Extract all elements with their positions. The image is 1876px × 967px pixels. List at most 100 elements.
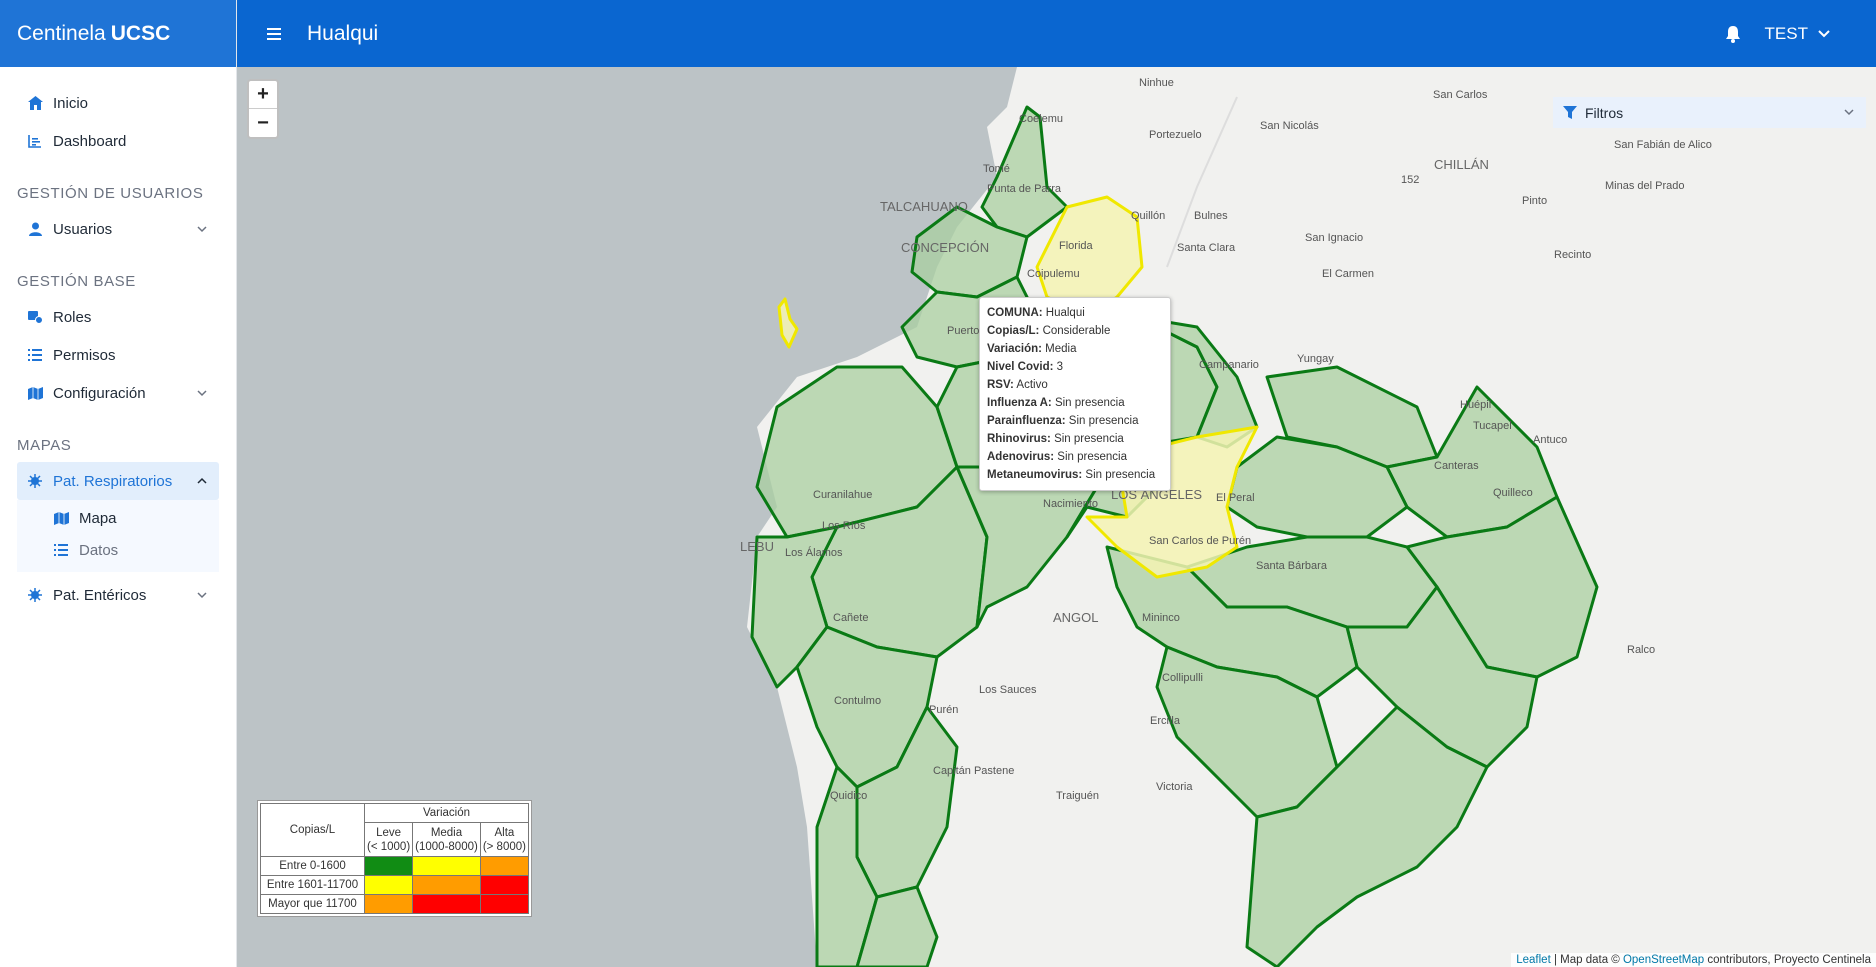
sidebar-item-pat-respiratorios[interactable]: Pat. Respiratorios: [17, 462, 219, 500]
map-icon: [27, 385, 43, 401]
legend-col-media: Media (1000-8000): [412, 822, 481, 857]
tooltip-row: RSV: Activo: [987, 379, 1048, 391]
place-label: Puerto: [947, 325, 980, 337]
tooltip-row: Parainfluenza: Sin presencia: [987, 415, 1139, 427]
sidebar-item-label: Mapa: [79, 509, 117, 527]
place-label: CONCEPCIÓN: [901, 240, 990, 255]
place-label: LEBU: [740, 539, 774, 554]
sidebar: Centinela UCSC Inicio Dashboard GESTIÓN D…: [0, 0, 237, 967]
list-icon: [53, 542, 69, 558]
place-label: Pinto: [1522, 195, 1548, 207]
legend-swatch-green: [363, 856, 414, 876]
sidebar-item-label: Roles: [53, 308, 92, 326]
legend-row-label: Entre 1601-11700: [260, 875, 365, 895]
place-label: Campanario: [1199, 359, 1259, 371]
place-label: Punta de Parra: [987, 183, 1061, 195]
filter-icon: [1563, 105, 1577, 119]
brand-logo[interactable]: Centinela UCSC: [0, 0, 236, 67]
place-label: Traiguén: [1056, 790, 1100, 802]
sidebar-item-label: Dashboard: [53, 132, 127, 150]
place-label: Purén: [929, 704, 959, 716]
place-label: El Peral: [1216, 492, 1255, 504]
sidebar-item-dashboard[interactable]: Dashboard: [17, 122, 219, 160]
sidebar-item-permisos[interactable]: Permisos: [17, 336, 219, 374]
comuna-tooltip: COMUNA: Hualqui Copias/L: Considerable Var…: [979, 297, 1171, 491]
place-label: Yungay: [1297, 353, 1334, 365]
place-label: Los Ríos: [822, 520, 866, 532]
legend-swatch-red: [479, 875, 529, 895]
place-label: Tomé: [983, 163, 1010, 175]
hamburger-menu-icon[interactable]: [267, 27, 281, 41]
place-label: Victoria: [1156, 781, 1193, 793]
sidebar-item-label: Datos: [79, 541, 119, 559]
tooltip-row: Nivel Covid: 3: [987, 361, 1064, 373]
osm-link[interactable]: OpenStreetMap: [1623, 954, 1704, 966]
place-label: CHILLÁN: [1434, 157, 1489, 172]
legend-swatch-orange: [479, 856, 529, 876]
legend-col-alta: Alta (> 8000): [479, 822, 529, 857]
zoom-out-button[interactable]: −: [249, 109, 277, 137]
place-label: San Nicolás: [1260, 120, 1319, 132]
legend-row-label: Entre 0-1600: [260, 856, 365, 876]
map-icon: [53, 510, 69, 526]
place-label: San Carlos: [1433, 89, 1488, 101]
legend-row-label: Mayor que 11700: [260, 894, 365, 914]
legend-swatch-red: [479, 894, 529, 914]
sidebar-item-roles[interactable]: Roles: [17, 298, 219, 336]
place-label: Coelemu: [1019, 113, 1064, 125]
sidebar-item-configuracion[interactable]: Configuración: [17, 374, 219, 412]
place-label: Coipulemu: [1027, 268, 1080, 280]
user-menu[interactable]: TEST: [1765, 24, 1830, 44]
map-area[interactable]: Ninhue San Carlos Coelemu San Nicolás Portez…: [237, 67, 1876, 967]
legend-copias-header: Copias/L: [260, 803, 365, 857]
sidebar-item-label: Usuarios: [53, 220, 113, 238]
place-label: Santa Clara: [1177, 242, 1236, 254]
zoom-in-button[interactable]: +: [249, 81, 277, 109]
place-label: Quilleco: [1493, 487, 1533, 499]
submenu-pat-respiratorios: Mapa Datos: [17, 500, 219, 572]
legend: Copias/L Variación Leve (< 1000) Media (10…: [257, 800, 532, 917]
user-tag-icon: [27, 309, 43, 325]
place-label: Ercilla: [1150, 715, 1180, 727]
tooltip-row: Rhinovirus: Sin presencia: [987, 433, 1124, 445]
place-label: El Carmen: [1322, 268, 1374, 280]
section-gestion-base: GESTIÓN BASE: [17, 273, 136, 290]
brand-name: Centinela: [17, 21, 106, 45]
filters-dropdown[interactable]: Filtros: [1553, 97, 1866, 128]
place-label: Contulmo: [834, 695, 882, 707]
legend-swatch-orange: [363, 894, 414, 914]
place-label: Curanilahue: [813, 489, 873, 501]
place-label: Collipulli: [1162, 672, 1203, 684]
sidebar-item-label: Pat. Entéricos: [53, 586, 147, 604]
place-label: TALCAHUANO: [880, 199, 968, 214]
legend-variacion-header: Variación: [364, 803, 529, 823]
place-label: Canteras: [1434, 460, 1479, 472]
sidebar-item-label: Configuración: [53, 384, 146, 402]
sidebar-item-pat-entericos[interactable]: Pat. Entéricos: [17, 576, 219, 614]
chevron-down-icon: [197, 226, 207, 233]
place-label: Capitán Pastene: [933, 765, 1015, 777]
leaflet-link[interactable]: Leaflet: [1516, 954, 1551, 966]
place-label: Mininco: [1142, 612, 1180, 624]
section-gestion-usuarios: GESTIÓN DE USUARIOS: [17, 185, 204, 202]
place-label: Florida: [1059, 240, 1093, 252]
legend-col-leve: Leve (< 1000): [363, 822, 414, 857]
chevron-down-icon: [1818, 29, 1830, 37]
sidebar-item-usuarios[interactable]: Usuarios: [17, 210, 219, 248]
place-label: Los Álamos: [785, 547, 843, 559]
place-label: San Carlos de Purén: [1149, 535, 1252, 547]
sidebar-item-mapa[interactable]: Mapa: [17, 502, 219, 534]
place-label: 152: [1401, 174, 1420, 186]
chevron-down-icon: [197, 592, 207, 599]
place-label: Minas del Prado: [1605, 180, 1685, 192]
map-attribution: Leaflet | Map data © OpenStreetMap contr…: [1511, 953, 1876, 967]
place-label: Antuco: [1533, 434, 1568, 446]
bell-icon[interactable]: [1725, 25, 1741, 43]
user-icon: [27, 221, 43, 237]
zoom-control: + −: [247, 79, 279, 139]
sidebar-item-datos[interactable]: Datos: [17, 534, 219, 566]
sidebar-item-inicio[interactable]: Inicio: [17, 84, 219, 122]
place-label: ANGOL: [1053, 610, 1099, 625]
sidebar-nav: Inicio Dashboard GESTIÓN DE USUARIOS Usu…: [0, 67, 236, 614]
section-mapas: MAPAS: [17, 437, 72, 454]
